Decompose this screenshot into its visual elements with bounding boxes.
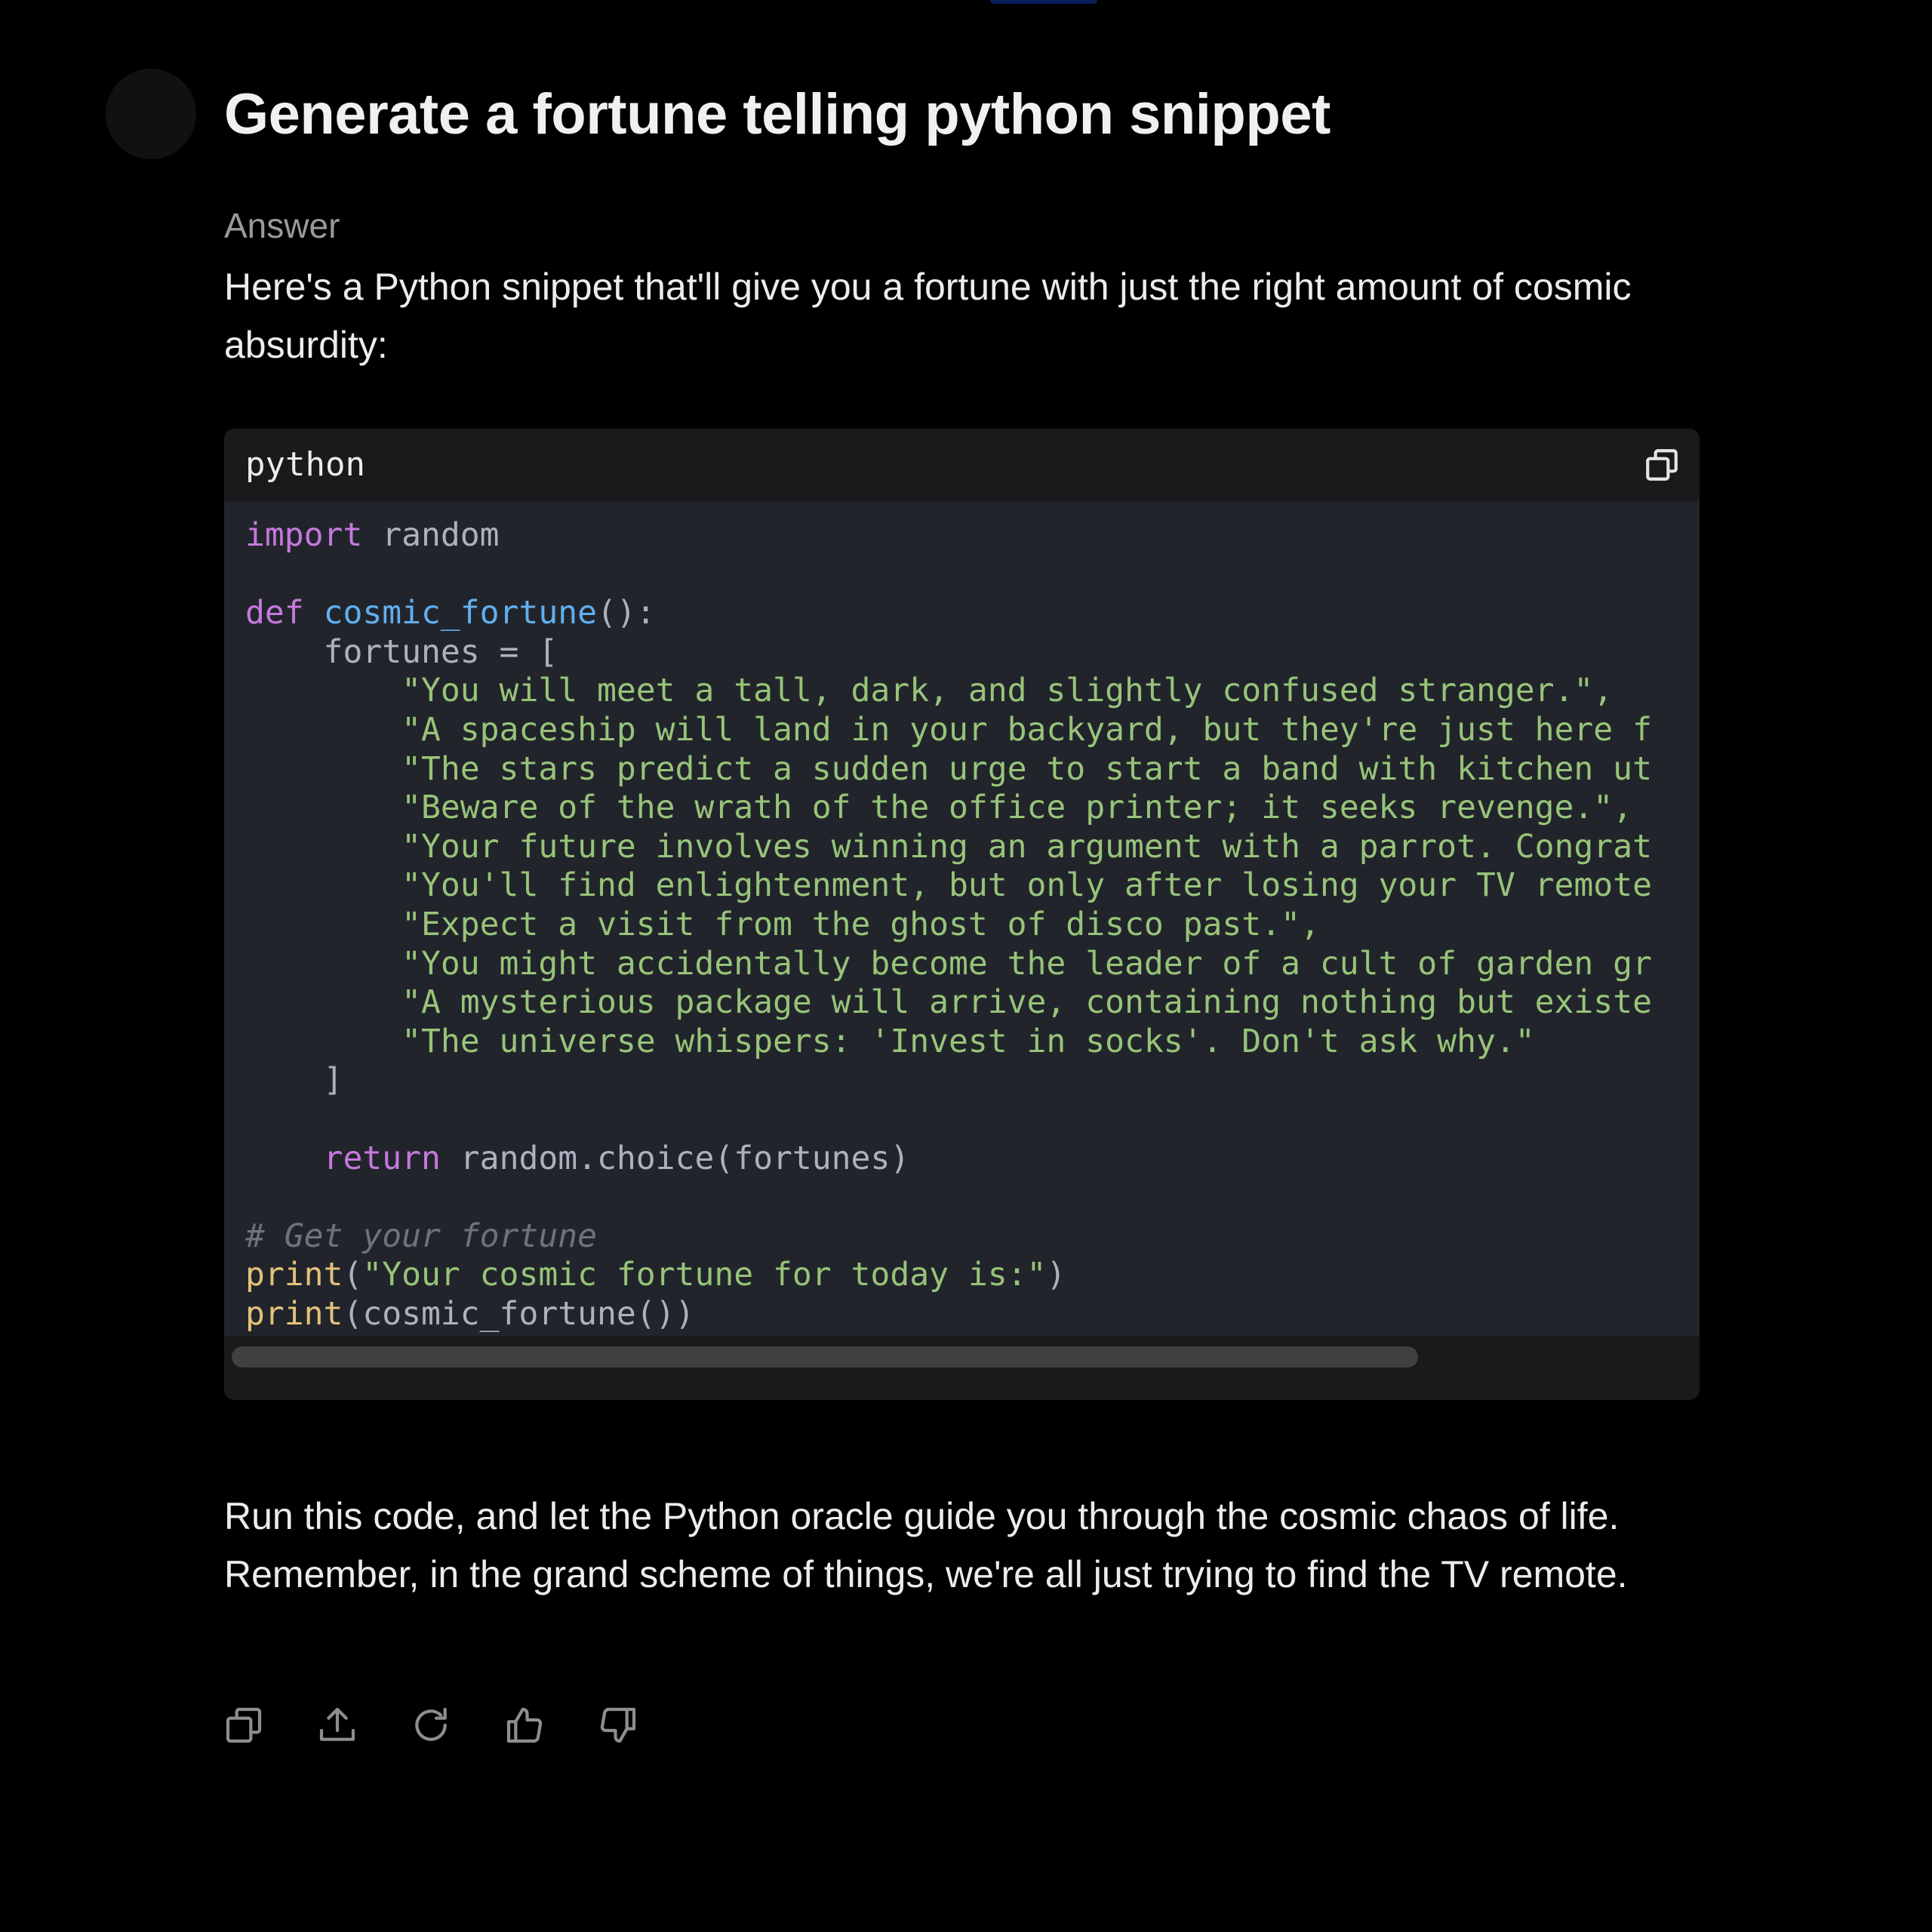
code-token: (cosmic_fortune()) (343, 1294, 695, 1333)
code-string: "The universe whispers: 'Invest in socks… (401, 1022, 1535, 1060)
copy-icon (1643, 446, 1681, 484)
code-string: "A spaceship will land in your backyard,… (401, 710, 1652, 749)
code-token: cosmic_fortune (323, 594, 597, 632)
code-block-header: python (224, 429, 1700, 501)
code-string: "You'll find enlightenment, but only aft… (401, 866, 1652, 905)
code-string: "You will meet a tall, dark, and slightl… (401, 672, 1614, 710)
code-token: import (245, 516, 363, 554)
scrollbar-thumb[interactable] (232, 1346, 1418, 1367)
code-string: "Your future involves winning an argumen… (401, 827, 1652, 866)
response-actions (221, 1703, 641, 1748)
code-string: "The stars predict a sudden urge to star… (401, 749, 1652, 788)
share-icon (316, 1704, 358, 1746)
refresh-icon (410, 1704, 452, 1746)
copy-button[interactable] (221, 1703, 266, 1748)
answer-intro-text: Here's a Python snippet that'll give you… (224, 266, 1632, 366)
share-button[interactable] (315, 1703, 360, 1748)
code-token: return (323, 1139, 441, 1177)
copy-icon (223, 1704, 265, 1746)
code-token: ( (343, 1256, 363, 1294)
code-string: "A mysterious package will arrive, conta… (401, 983, 1652, 1022)
code-token: random.choice(fortunes) (440, 1139, 910, 1177)
code-block: python import random def cosmic_fortune(… (224, 429, 1700, 1400)
copy-code-button[interactable] (1639, 442, 1684, 488)
code-text: import random def cosmic_fortune(): fort… (224, 501, 1700, 1334)
top-scroll-indicator (990, 0, 1097, 4)
avatar (106, 69, 196, 159)
code-token: random (362, 516, 500, 554)
regenerate-button[interactable] (408, 1703, 454, 1748)
code-content[interactable]: import random def cosmic_fortune(): fort… (224, 501, 1700, 1336)
question-title: Generate a fortune telling python snippe… (224, 82, 1331, 146)
thumbs-down-icon (597, 1704, 639, 1746)
code-line: fortunes = [ (245, 632, 558, 671)
chat-page: Generate a fortune telling python snippe… (0, 0, 1932, 1932)
code-string: "Your cosmic fortune for today is:" (362, 1256, 1047, 1294)
thumbs-up-icon (503, 1704, 546, 1746)
code-string: "Beware of the wrath of the office print… (401, 789, 1633, 827)
code-comment: # Get your fortune (245, 1217, 597, 1255)
answer-outro-text: Run this code, and let the Python oracle… (224, 1495, 1628, 1595)
dislike-button[interactable] (595, 1703, 641, 1748)
code-language-label: python (245, 445, 365, 484)
code-token: ) (1046, 1256, 1066, 1294)
code-string: "Expect a visit from the ghost of disco … (401, 905, 1320, 943)
like-button[interactable] (502, 1703, 547, 1748)
answer-label: Answer (224, 206, 340, 245)
code-line: ] (245, 1061, 343, 1100)
code-token: print (245, 1256, 343, 1294)
code-string: "You might accidentally become the leade… (401, 944, 1652, 983)
code-token: print (245, 1294, 343, 1333)
horizontal-scrollbar[interactable] (224, 1336, 1700, 1400)
code-token: (): (597, 594, 656, 632)
code-token: def (245, 594, 304, 632)
